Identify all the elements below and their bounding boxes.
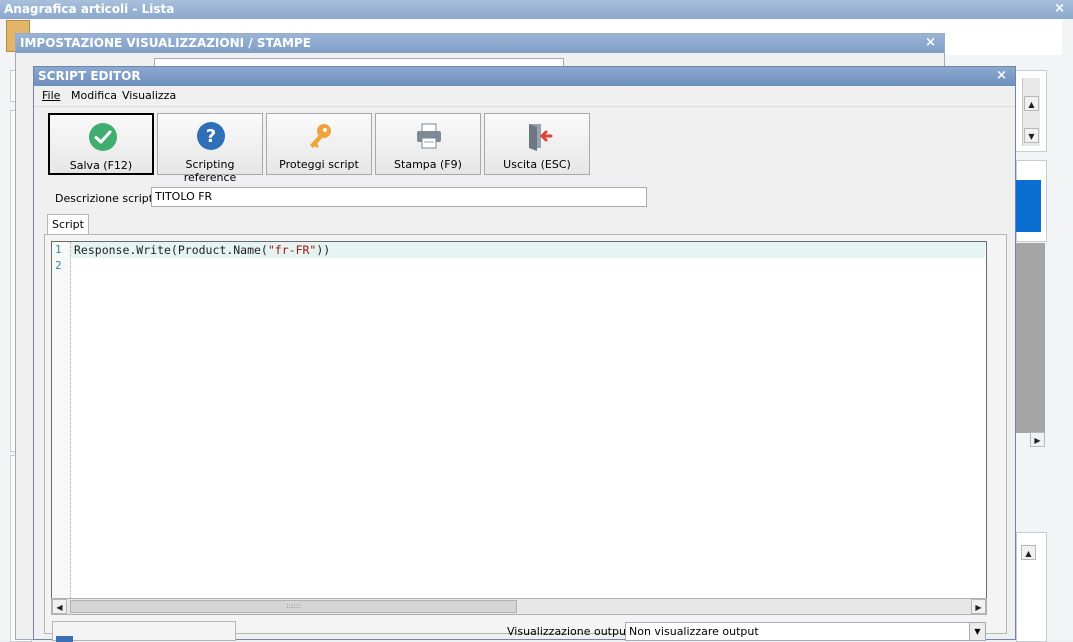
code-editor[interactable]: 1 2 Response.Write(Product.Name("fr-FR")… [51,241,987,599]
description-label: Descrizione script : [55,192,161,205]
output-select-value: Non visualizzare output [629,625,759,638]
exit-button[interactable]: Uscita (ESC) [484,113,590,175]
settings-window-title: IMPOSTAZIONE VISUALIZZAZIONI / STAMPE [20,36,311,50]
scroll-down-button[interactable]: ▼ [1024,128,1039,143]
background-scrollbar-top[interactable]: ▲ ▼ [1022,78,1040,146]
protect-script-label: Proteggi script [279,158,359,171]
output-select[interactable]: Non visualizzare output ▼ [625,622,986,641]
menu-modifica[interactable]: Modifica [71,89,117,102]
description-input[interactable]: TITOLO FR [151,187,647,207]
scripting-reference-button[interactable]: ? Scripting reference [157,113,263,184]
settings-window-close-icon[interactable]: × [925,35,936,50]
scroll-right-button[interactable]: ▶ [1030,432,1045,447]
background-window-title: Anagrafica articoli - Lista [4,2,175,16]
bottom-left-panel [52,621,236,642]
line-number: 1 [55,243,62,256]
help-icon: ? [197,122,225,150]
background-selected-row [1016,180,1041,232]
menu-visualizza[interactable]: Visualizza [122,89,176,102]
code-string-literal: "fr-FR" [267,243,317,257]
code-horizontal-scrollbar[interactable]: ◀ :::::: ▶ [51,598,987,615]
scripting-reference-label: Scripting reference [183,158,237,184]
key-icon [310,124,331,148]
code-text: )) [316,243,331,257]
output-label: Visualizzazione output : [507,625,638,638]
settings-window-titlebar: IMPOSTAZIONE VISUALIZZAZIONI / STAMPE × [16,34,944,53]
code-text: Response.Write(Product.Name( [74,243,268,257]
save-button[interactable]: Salva (F12) [48,113,154,175]
tab-script[interactable]: Script [47,214,89,235]
protect-script-button[interactable]: Proteggi script [266,113,372,175]
script-editor-close-icon[interactable]: × [996,68,1007,83]
line-number-gutter: 1 2 [52,242,71,598]
script-editor-titlebar: SCRIPT EDITOR × [34,67,1015,86]
background-window-titlebar: Anagrafica articoli - Lista × [0,0,1073,19]
scroll-right-button[interactable]: ▶ [971,599,986,614]
chevron-down-icon[interactable]: ▼ [969,623,985,640]
menu-bar: File Modifica Visualizza [34,86,1015,107]
script-editor-title: SCRIPT EDITOR [38,69,141,83]
background-window-close-icon[interactable]: × [1054,1,1065,16]
scroll-up-button-bottom[interactable]: ▲ [1021,545,1036,560]
print-button[interactable]: Stampa (F9) [375,113,481,175]
scroll-left-button[interactable]: ◀ [52,599,67,614]
background-grid-area [1016,243,1045,433]
save-button-label: Salva (F12) [69,159,133,172]
menu-file[interactable]: File [42,89,60,102]
svg-text:?: ? [206,126,216,147]
bottom-left-checkbox[interactable] [56,636,73,642]
scrollbar-thumb[interactable]: :::::: [70,600,517,613]
printer-icon [417,123,441,149]
line-number: 2 [55,259,62,272]
print-button-label: Stampa (F9) [394,158,462,171]
scroll-up-button[interactable]: ▲ [1024,96,1039,111]
exit-button-label: Uscita (ESC) [503,158,571,171]
script-editor-window: SCRIPT EDITOR × File Modifica Visualizza… [33,66,1016,642]
code-line-1: Response.Write(Product.Name("fr-FR")) [74,243,330,257]
exit-door-icon [529,124,553,151]
check-icon [89,123,117,151]
